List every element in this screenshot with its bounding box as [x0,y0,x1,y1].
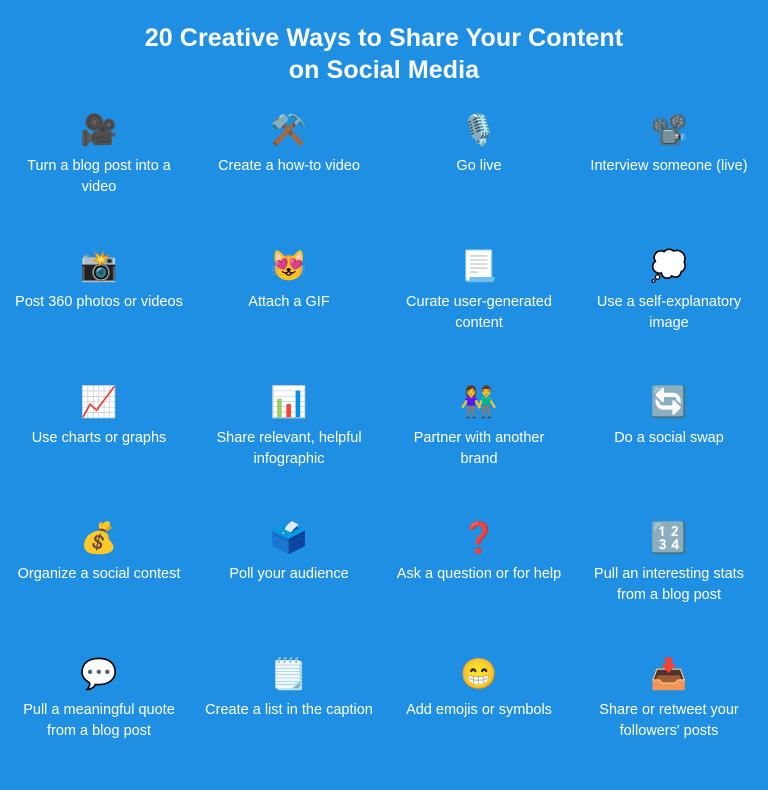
idea-label: Poll your audience [229,566,349,582]
idea-item-7: 📃 Curate user-generated content [384,246,574,382]
camera-with-flash-icon: 📸 [80,250,118,283]
idea-item-14: 🗳️ Poll your audience [194,518,384,654]
idea-item-2: ⚒️ Create a how-to video [194,110,384,246]
idea-label: Organize a social contest [17,566,181,582]
idea-item-3: 🎙️ Go live [384,110,574,246]
idea-label: Pull a meaningful quote from a blog post [23,702,175,740]
idea-item-18: 🗒️ Create a list in the caption [194,654,384,790]
idea-label: Go live [456,158,502,174]
idea-item-16: 🔢 Pull an interesting stats from a blog … [574,518,764,654]
idea-label: Share relevant, helpful infographic [216,430,362,468]
ballot-box-with-ballot-icon: 🗳️ [270,522,308,555]
film-projector-icon: 📽️ [650,114,688,147]
idea-item-11: 👫 Partner with another brand [384,382,574,518]
idea-label: Do a social swap [614,430,724,446]
chart-increasing-icon: 📈 [80,386,118,419]
idea-label: Partner with another brand [413,430,545,468]
money-bag-icon: 💰 [80,522,118,555]
idea-label: Pull an interesting stats from a blog po… [594,566,744,604]
idea-label: Create a list in the caption [205,702,373,718]
smiling-cat-heart-eyes-icon: 😻 [270,250,308,283]
idea-item-15: ❓ Ask a question or for help [384,518,574,654]
idea-item-8: 💭 Use a self-explanatory image [574,246,764,382]
grinning-face-icon: 😁 [460,658,498,691]
infographic-page: 20 Creative Ways to Share Your Content o… [0,0,768,768]
idea-label: Use charts or graphs [31,430,167,446]
idea-item-5: 📸 Post 360 photos or videos [4,246,194,382]
red-question-mark-icon: ❓ [460,522,498,555]
idea-item-20: 📥 Share or retweet your followers' posts [574,654,764,790]
inbox-tray-icon: 📥 [650,658,688,691]
two-people-holding-hands-icon: 👫 [460,386,498,419]
idea-label: Ask a question or for help [396,566,562,582]
page-title-line1: 20 Creative Ways to Share Your Content [144,24,624,52]
page-title: 20 Creative Ways to Share Your Content o… [0,0,768,86]
idea-label: Use a self-explanatory image [596,294,742,332]
idea-label: Post 360 photos or videos [15,294,183,310]
speech-balloon-icon: 💬 [80,658,118,691]
idea-label: Turn a blog post into a video [27,158,171,196]
page-title-line2: on Social Media [288,56,480,84]
idea-item-19: 😁 Add emojis or symbols [384,654,574,790]
spiral-notepad-icon: 🗒️ [270,658,308,691]
movie-camera-icon: 🎥 [80,114,118,147]
bar-chart-icon: 📊 [270,386,308,419]
page-with-curl-icon: 📃 [460,250,498,283]
idea-item-9: 📈 Use charts or graphs [4,382,194,518]
idea-item-1: 🎥 Turn a blog post into a video [4,110,194,246]
idea-label: Add emojis or symbols [406,702,552,718]
idea-label: Attach a GIF [248,294,330,310]
counterclockwise-arrows-icon: 🔄 [650,386,688,419]
idea-item-6: 😻 Attach a GIF [194,246,384,382]
idea-label: Interview someone (live) [590,158,748,174]
ideas-grid: 🎥 Turn a blog post into a video ⚒️ Creat… [0,110,768,790]
idea-item-12: 🔄 Do a social swap [574,382,764,518]
idea-item-10: 📊 Share relevant, helpful infographic [194,382,384,518]
studio-microphone-icon: 🎙️ [460,114,498,147]
idea-label: Curate user-generated content [406,294,552,332]
idea-item-17: 💬 Pull a meaningful quote from a blog po… [4,654,194,790]
idea-item-13: 💰 Organize a social contest [4,518,194,654]
idea-label: Create a how-to video [218,158,360,174]
hammer-and-pick-icon: ⚒️ [270,114,308,147]
input-numbers-icon: 🔢 [650,522,688,555]
thought-balloon-icon: 💭 [650,250,688,283]
idea-item-4: 📽️ Interview someone (live) [574,110,764,246]
idea-label: Share or retweet your followers' posts [599,702,739,740]
